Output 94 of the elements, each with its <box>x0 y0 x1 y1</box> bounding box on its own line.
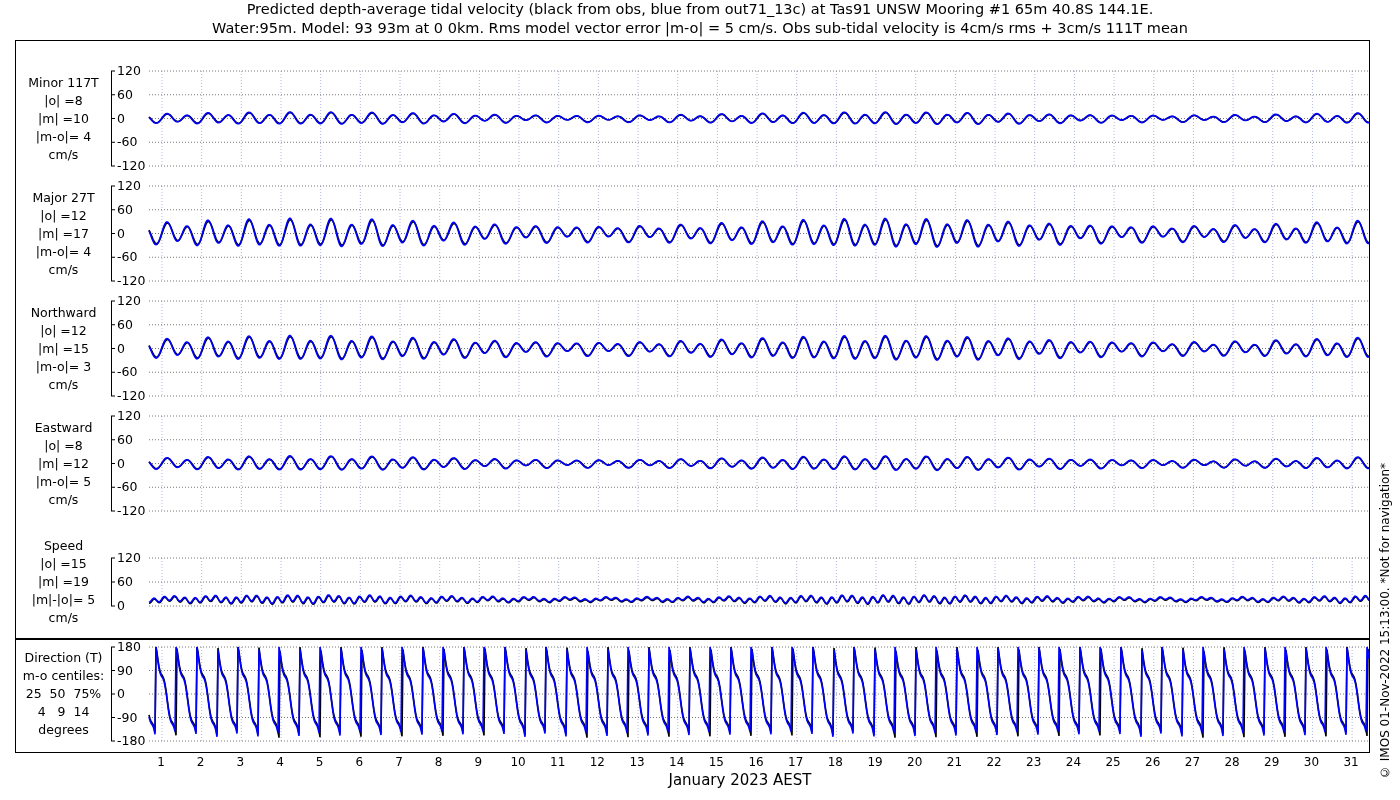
axis-tick-label: 9 <box>474 755 483 769</box>
axis-tick-label: 0 <box>117 225 125 241</box>
axis-tick-label: 29 <box>1264 755 1280 769</box>
axis-tick-label: -120 <box>117 273 146 286</box>
axis-tick-label: 30 <box>1303 755 1320 769</box>
axis-tick-label: 13 <box>629 755 645 769</box>
axis-tick-label: 60 <box>117 574 133 589</box>
axis-tick-label: 120 <box>117 178 141 193</box>
axis-tick-label: 14 <box>669 755 685 769</box>
axis-tick-label: 2 <box>196 755 205 769</box>
panel-label: |o| =12 <box>40 206 87 225</box>
axis-tick-label: 26 <box>1145 755 1161 769</box>
axis-tick-label: -90 <box>117 709 138 725</box>
panel-label: |m| =17 <box>38 224 89 243</box>
axis-tick-label: 20 <box>907 755 923 769</box>
axis-tick-label: 18 <box>827 755 844 769</box>
axis-tick-label: 31 <box>1343 755 1359 769</box>
axis-tick-label: -60 <box>117 249 138 265</box>
chart-title: Water:95m. Model: 93 93m at 0 0km. Rms model vector error |m-o| = 5 cm/s. Obs sub-tidal velocity is 4cm/s rms + 3cm/s 111T mean <box>212 19 1188 38</box>
axis-tick-label: 10 <box>510 755 526 769</box>
panel-label: cm/s <box>48 260 79 279</box>
axis-tick-label: 120 <box>117 63 141 78</box>
panel-label: cm/s <box>48 609 79 627</box>
axis-tick-label: -120 <box>117 388 146 401</box>
y-axis <box>111 557 116 607</box>
panel-label: 4 9 14 <box>37 703 90 721</box>
axis-tick-label: 60 <box>117 86 133 102</box>
axis-tick-label: 60 <box>117 431 133 447</box>
axis-tick-label: 21 <box>946 755 963 769</box>
panel-label: cm/s <box>48 375 79 394</box>
panel-label: m-o centiles: <box>22 667 105 685</box>
axis-tick-label: -60 <box>117 364 138 380</box>
axis-tick-label: 8 <box>434 755 443 769</box>
axis-tick-label: 25 <box>1105 755 1121 769</box>
axis-tick-label: 0 <box>117 598 125 613</box>
axis-tick-label: 60 <box>117 201 133 217</box>
copyright-note: © IMOS 01-Nov-2022 15:13:00. *Not for navigation* <box>1377 463 1393 779</box>
axis-tick-label: 120 <box>117 293 141 308</box>
axis-tick-label: 60 <box>117 316 133 332</box>
x-axis-label: January 2023 AEST <box>668 771 812 789</box>
axis-tick-label: 120 <box>117 550 141 565</box>
axis-tick-label: 6 <box>355 755 364 769</box>
panel-label: Direction (T) <box>24 649 103 667</box>
panel-label: |m| =12 <box>38 454 89 473</box>
axis-tick-label: 22 <box>986 755 1002 769</box>
panel-label: Minor 117T <box>28 73 99 92</box>
axis-tick-label: 23 <box>1026 755 1042 769</box>
panel-label: Northward <box>30 303 97 322</box>
axis-tick-label: 5 <box>315 755 324 769</box>
axis-tick-label: 3 <box>236 755 245 769</box>
axis-tick-label: -180 <box>117 733 146 748</box>
axis-tick-label: 0 <box>117 340 125 356</box>
panel-label: |o| =8 <box>44 91 83 110</box>
axis-tick-label: 180 <box>117 640 141 654</box>
axis-tick-label: 1 <box>157 755 165 769</box>
axis-tick-label: 24 <box>1065 755 1082 769</box>
axis-tick-label: 12 <box>589 755 605 769</box>
axis-tick-label: 11 <box>550 755 566 769</box>
axis-tick-label: -60 <box>117 479 138 495</box>
axis-tick-label: -120 <box>117 158 146 171</box>
panel-label: |m-o|= 4 <box>35 127 92 146</box>
panel-label: |o| =8 <box>44 436 83 455</box>
axis-tick-label: -120 <box>117 503 146 516</box>
chart-title: Predicted depth-average tidal velocity (black from obs, blue from out71_13c) at Tas91 UNSW Mooring #1 65m 40.8S 144.1E. <box>246 0 1154 19</box>
panel-label: cm/s <box>48 145 79 164</box>
axis-tick-label: 7 <box>395 755 403 769</box>
panel-label: Eastward <box>34 418 93 437</box>
panel-label: |m| =10 <box>38 109 89 128</box>
panel-label: |o| =15 <box>40 555 87 573</box>
panel-label: Major 27T <box>32 188 95 207</box>
panel-label: degrees <box>38 721 89 739</box>
axis-tick-label: 0 <box>117 686 125 701</box>
axis-tick-label: 0 <box>117 110 125 126</box>
panel-label: |m|-|o|= 5 <box>31 591 96 609</box>
axis-tick-label: 16 <box>748 755 764 769</box>
axis-tick-label: 15 <box>708 755 724 769</box>
panel-label: |m| =19 <box>38 573 89 591</box>
panel-label: Speed <box>43 537 84 555</box>
axis-tick-label: 28 <box>1224 755 1240 769</box>
panel-label: |m-o|= 4 <box>35 242 92 261</box>
panel-label: |m| =15 <box>38 339 89 358</box>
axis-tick-label: 4 <box>276 755 284 769</box>
panel-label: 25 50 75% <box>25 685 102 703</box>
axis-tick-label: 90 <box>117 662 133 678</box>
panel-label: cm/s <box>48 490 79 509</box>
axis-tick-label: 0 <box>117 455 125 471</box>
axis-tick-label: -60 <box>117 134 138 150</box>
axis-tick-label: 19 <box>867 755 883 769</box>
panel-label: |o| =12 <box>40 321 87 340</box>
axis-tick-label: 27 <box>1184 755 1201 769</box>
panel-label: |m-o|= 5 <box>35 472 92 491</box>
panel-label: |m-o|= 3 <box>35 357 92 376</box>
axis-tick-label: 17 <box>788 755 804 769</box>
axis-tick-label: 120 <box>117 408 141 423</box>
